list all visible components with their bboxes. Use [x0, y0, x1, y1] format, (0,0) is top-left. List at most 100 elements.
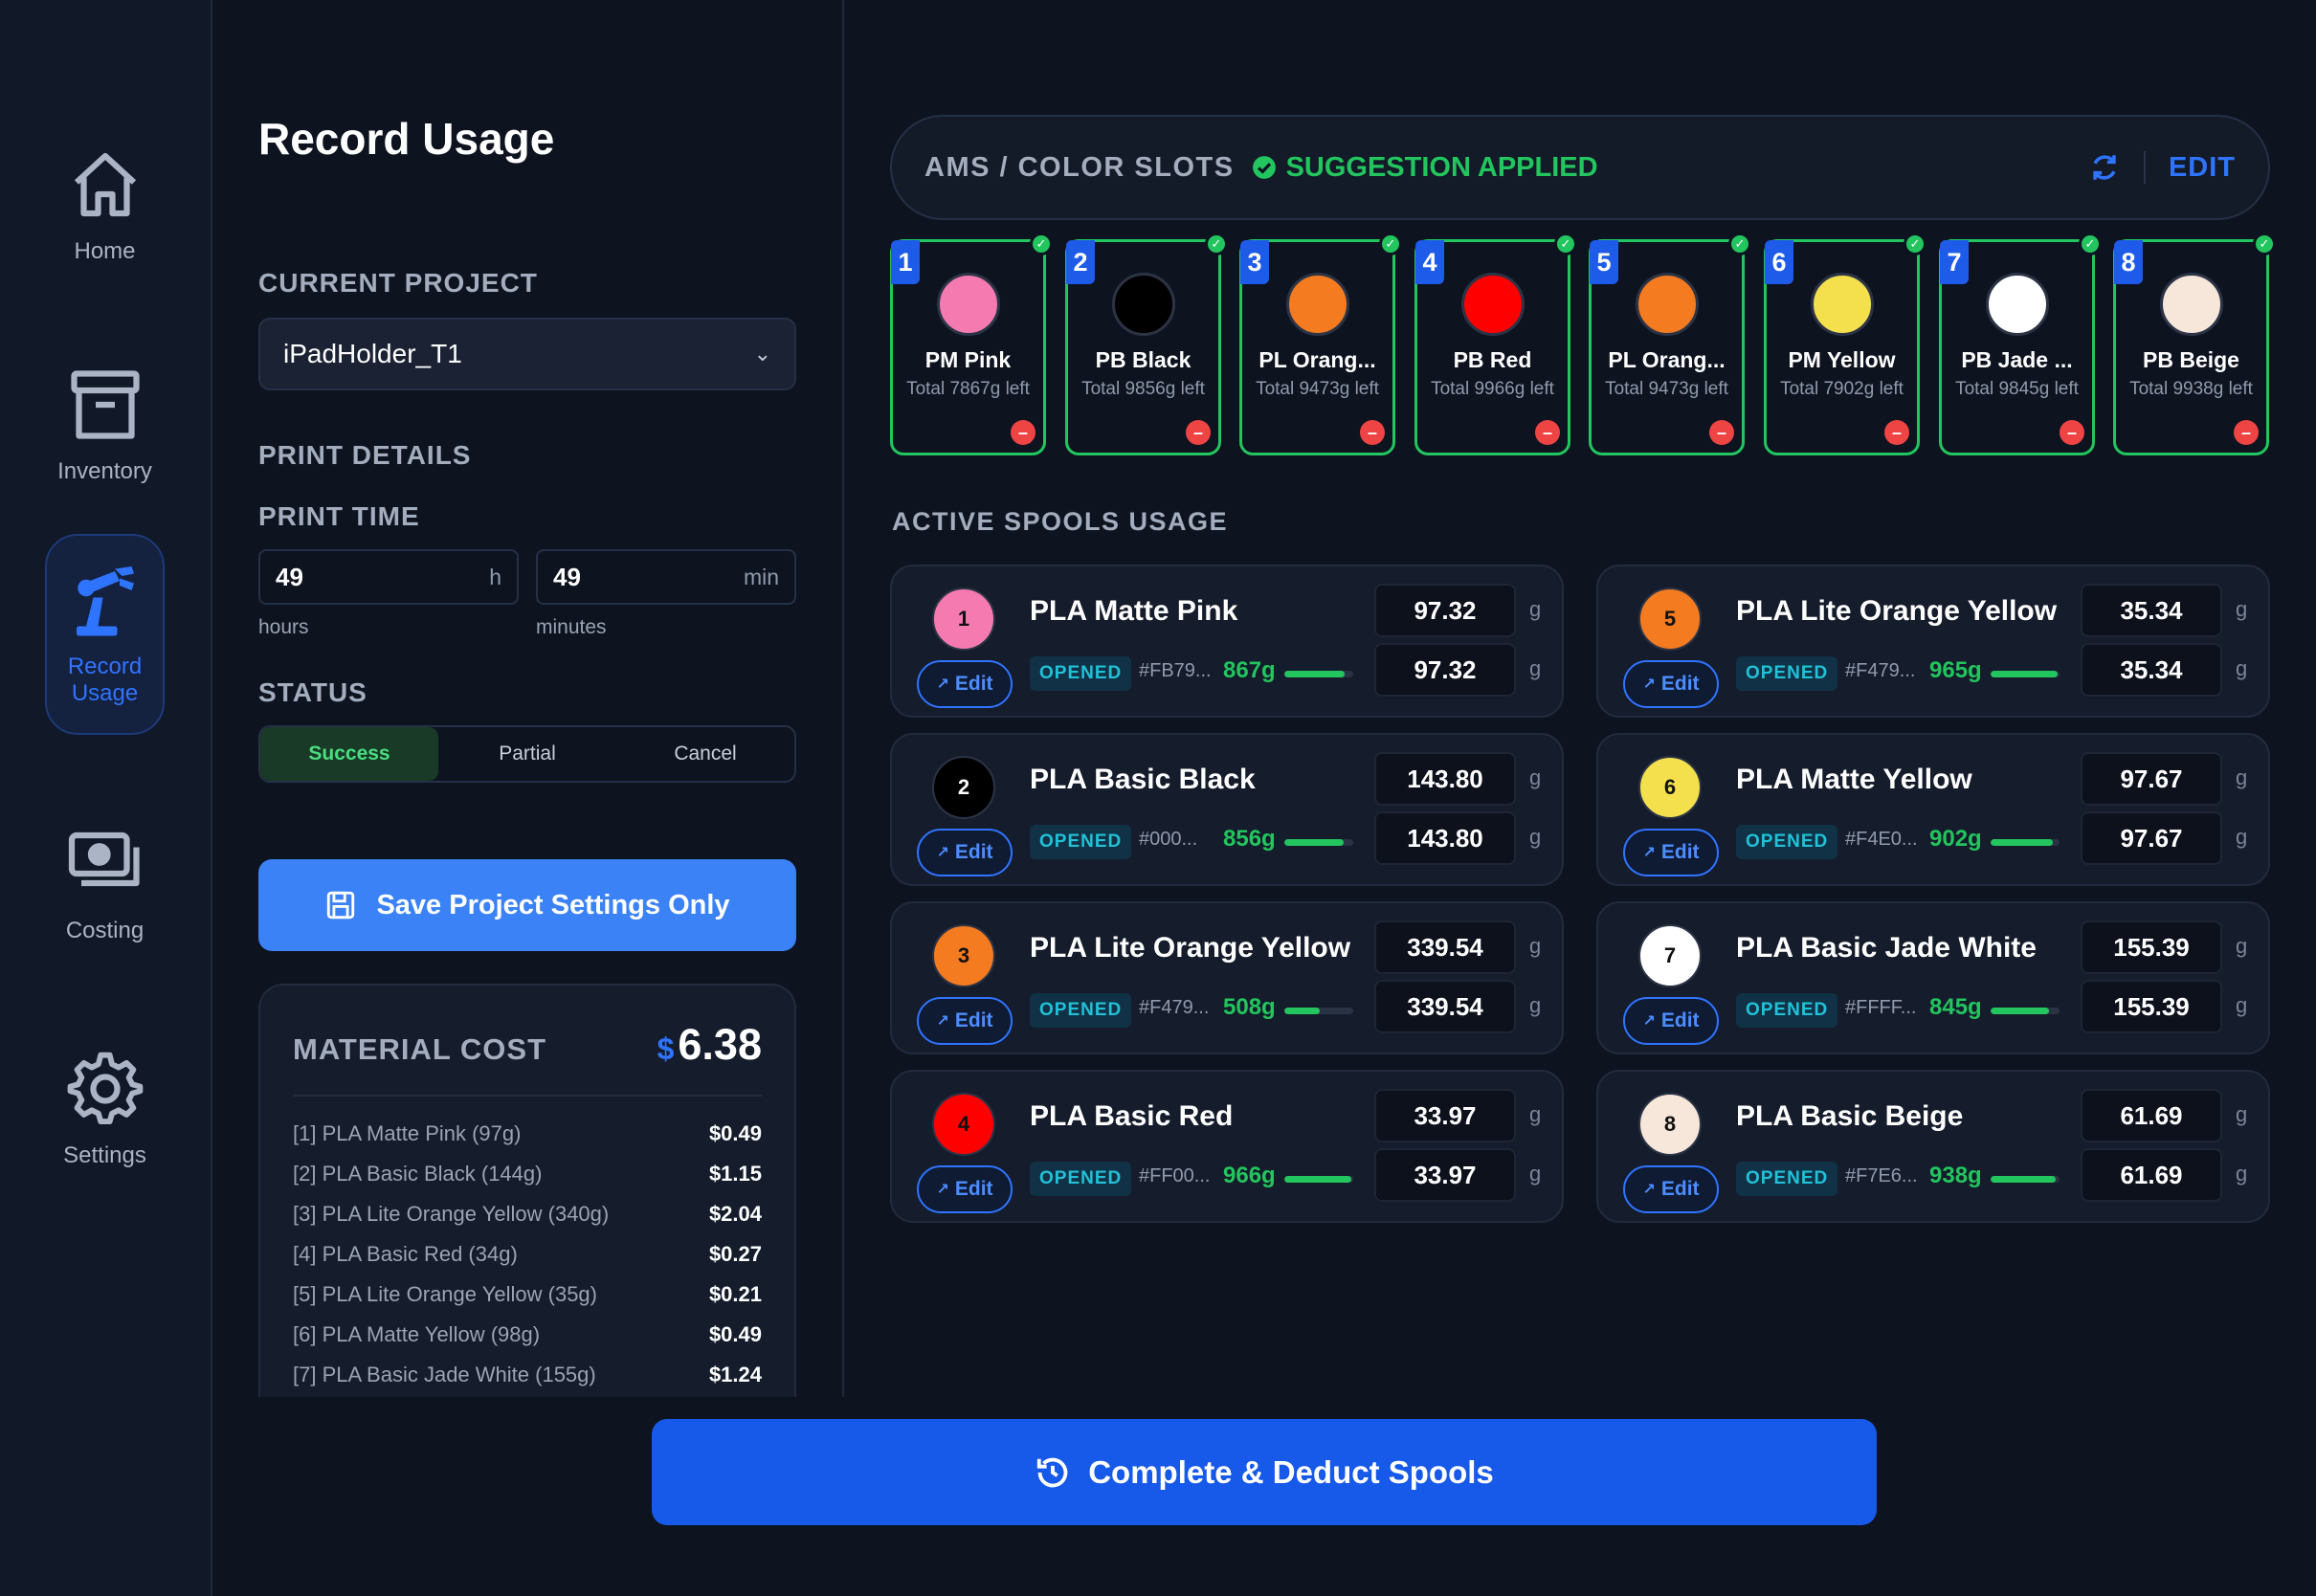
deduct-grams-input[interactable]: 155.39: [2081, 980, 2222, 1033]
spool-edit-button[interactable]: ↗ Edit: [917, 997, 1013, 1045]
cost-row-label: [6] PLA Matte Yellow (98g): [293, 1322, 541, 1346]
opened-badge: OPENED: [1030, 1162, 1132, 1196]
opened-badge: OPENED: [1736, 993, 1838, 1028]
check-icon: ✓: [1904, 233, 1926, 255]
usage-grams-input[interactable]: 97.67: [2081, 752, 2222, 806]
usage-grams-input[interactable]: 35.34: [2081, 584, 2222, 637]
opened-badge: OPENED: [1736, 1162, 1838, 1196]
grams-unit: g: [1529, 656, 1542, 680]
usage-grams-input[interactable]: 97.32: [1374, 584, 1516, 637]
deduct-grams-input[interactable]: 61.69: [2081, 1148, 2222, 1202]
nav-costing[interactable]: Costing: [45, 785, 165, 986]
spool-usage-card: 8 ↗ Edit PLA Basic Beige OPENED #F7E6... 938g 6…: [1596, 1070, 2270, 1223]
spool-remaining: 856g: [1223, 826, 1276, 852]
ams-slot[interactable]: 6 ✓ PM Yellow Total 7902g left –: [1764, 233, 1926, 455]
nav-record-usage[interactable]: Record Usage: [45, 534, 165, 735]
hours-input[interactable]: 49 h: [258, 549, 519, 605]
cost-row-label: [4] PLA Basic Red (34g): [293, 1242, 518, 1266]
spool-edit-button[interactable]: ↗ Edit: [1623, 829, 1719, 876]
robot-arm-icon: [76, 566, 134, 636]
remove-icon[interactable]: –: [1884, 420, 1909, 445]
edit-label: Edit: [954, 1178, 993, 1200]
refresh-icon[interactable]: [2088, 151, 2121, 184]
deduct-grams-input[interactable]: 97.32: [1374, 643, 1516, 697]
material-cost-card: MATERIAL COST $6.38 [1] PLA Matte Pink (…: [258, 984, 796, 1397]
spool-remaining: 938g: [1929, 1163, 1982, 1188]
money-icon: [68, 832, 140, 887]
deduct-grams-input[interactable]: 35.34: [2081, 643, 2222, 697]
edit-label: Edit: [954, 1009, 993, 1031]
check-icon: ✓: [2079, 233, 2102, 255]
deduct-grams-input[interactable]: 339.54: [1374, 980, 1516, 1033]
ams-slot[interactable]: 5 ✓ PL Orang... Total 9473g left –: [1589, 233, 1751, 455]
deduct-grams-input[interactable]: 33.97: [1374, 1148, 1516, 1202]
ams-slot[interactable]: 4 ✓ PB Red Total 9966g left –: [1414, 233, 1577, 455]
ams-slot[interactable]: 8 ✓ PB Beige Total 9938g left –: [2113, 233, 2276, 455]
spool-edit-button[interactable]: ↗ Edit: [1623, 1165, 1719, 1213]
save-project-settings-button[interactable]: Save Project Settings Only: [258, 859, 796, 951]
spool-color-dot: 4: [932, 1093, 995, 1156]
usage-grams-input[interactable]: 143.80: [1374, 752, 1516, 806]
nav-settings[interactable]: Settings: [45, 1009, 165, 1210]
status-cancel[interactable]: Cancel: [616, 727, 794, 781]
spool-remaining: 845g: [1929, 994, 1982, 1020]
ams-slot[interactable]: 3 ✓ PL Orang... Total 9473g left –: [1239, 233, 1402, 455]
minutes-unit: min: [743, 564, 779, 589]
edit-label: Edit: [1660, 1009, 1700, 1031]
external-link-icon: ↗: [1642, 1013, 1656, 1030]
ams-slot[interactable]: 2 ✓ PB Black Total 9856g left –: [1065, 233, 1228, 455]
external-link-icon: ↗: [1642, 845, 1656, 861]
minutes-input[interactable]: 49 min: [536, 549, 796, 605]
nav-home-label: Home: [74, 238, 136, 265]
remove-icon[interactable]: –: [1186, 420, 1211, 445]
deduct-grams-input[interactable]: 143.80: [1374, 811, 1516, 865]
spool-edit-button[interactable]: ↗ Edit: [917, 829, 1013, 876]
color-swatch: [1460, 273, 1525, 336]
usage-grams-input[interactable]: 339.54: [1374, 920, 1516, 974]
external-link-icon: ↗: [936, 1182, 949, 1198]
spool-edit-button[interactable]: ↗ Edit: [1623, 997, 1719, 1045]
remaining-bar: [1991, 671, 2060, 677]
nav-inventory[interactable]: Inventory: [45, 325, 165, 526]
project-select[interactable]: iPadHolder_T1 ⌄: [258, 318, 796, 390]
opened-badge: OPENED: [1030, 825, 1132, 859]
chevron-down-icon: ⌄: [753, 342, 771, 366]
ams-slot[interactable]: 1 ✓ PM Pink Total 7867g left –: [890, 233, 1053, 455]
ams-slot[interactable]: 7 ✓ PB Jade ... Total 9845g left –: [1939, 233, 2102, 455]
remove-icon[interactable]: –: [1360, 420, 1385, 445]
check-icon: ✓: [1379, 233, 1402, 255]
spool-color-dot: 1: [932, 587, 995, 651]
grams-unit: g: [2236, 765, 2248, 789]
slot-remaining: Total 9856g left: [1081, 379, 1205, 399]
nav-home[interactable]: Home: [45, 105, 165, 306]
deduct-grams-input[interactable]: 97.67: [2081, 811, 2222, 865]
external-link-icon: ↗: [936, 676, 949, 693]
check-circle-icon: [1252, 156, 1276, 179]
slot-number: 1: [891, 240, 920, 284]
spool-hex: #F4E0...: [1845, 829, 1918, 850]
remove-icon[interactable]: –: [2234, 420, 2259, 445]
complete-deduct-spools-button[interactable]: Complete & Deduct Spools: [652, 1419, 1877, 1525]
spool-edit-button[interactable]: ↗ Edit: [1623, 660, 1719, 708]
usage-grams-input[interactable]: 33.97: [1374, 1089, 1516, 1142]
remove-icon[interactable]: –: [1535, 420, 1560, 445]
spool-color-dot: 7: [1638, 924, 1702, 987]
usage-grams-input[interactable]: 61.69: [2081, 1089, 2222, 1142]
slot-filament-name: PB Black: [1095, 347, 1191, 372]
cost-row: [7] PLA Basic Jade White (155g) $1.24: [293, 1355, 762, 1395]
usage-grams-input[interactable]: 155.39: [2081, 920, 2222, 974]
spool-usage-card: 6 ↗ Edit PLA Matte Yellow OPENED #F4E0... 902g…: [1596, 733, 2270, 886]
spool-edit-button[interactable]: ↗ Edit: [917, 1165, 1013, 1213]
spool-color-dot: 2: [932, 756, 995, 819]
remove-icon[interactable]: –: [1709, 420, 1734, 445]
color-swatch: [1111, 273, 1175, 336]
status-success[interactable]: Success: [260, 727, 438, 781]
spool-edit-button[interactable]: ↗ Edit: [917, 660, 1013, 708]
remaining-bar: [1284, 671, 1353, 677]
status-partial[interactable]: Partial: [438, 727, 616, 781]
remove-icon[interactable]: –: [1011, 420, 1036, 445]
remove-icon[interactable]: –: [2060, 420, 2084, 445]
grams-unit: g: [1529, 1162, 1542, 1186]
grams-unit: g: [1529, 1102, 1542, 1126]
ams-edit-button[interactable]: EDIT: [2169, 152, 2236, 184]
